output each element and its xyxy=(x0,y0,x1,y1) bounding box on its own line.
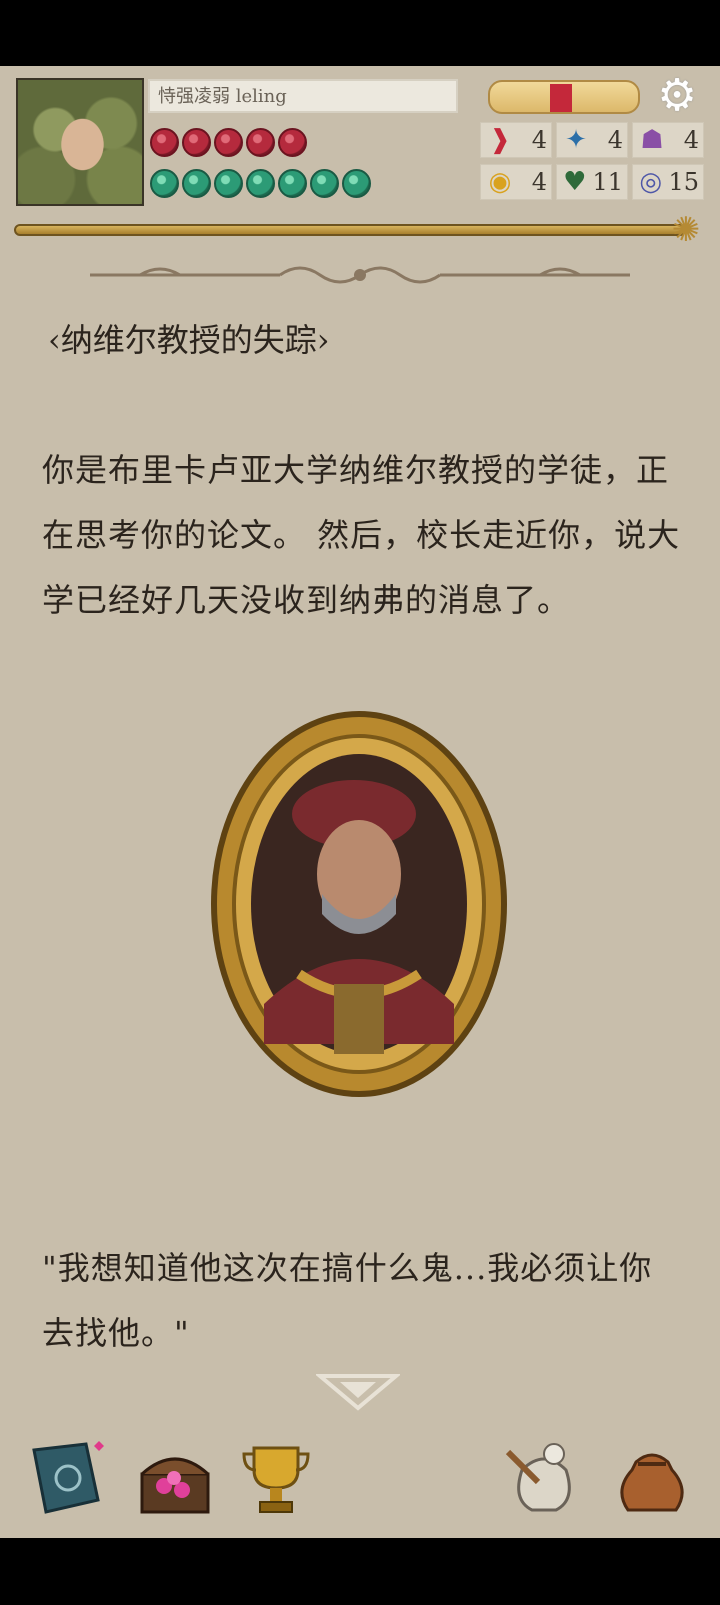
navigation-bar xyxy=(0,1538,720,1605)
status-bar xyxy=(0,0,720,66)
trophy-icon[interactable] xyxy=(236,1440,316,1520)
stat-value: 4 xyxy=(607,126,623,154)
story-title: ‹纳维尔教授的失踪› xyxy=(48,321,330,359)
sanity-pip xyxy=(310,169,339,198)
luck-icon: ◉ xyxy=(488,167,512,197)
lore-icon: ◎ xyxy=(639,167,663,197)
inventory-bag-icon[interactable] xyxy=(612,1440,692,1520)
stats-grid: ❱ 4 ✦ 4 ☗ 4 ◉ 4 ♥ 11 ◎ 15 xyxy=(480,122,704,200)
professor-portrait xyxy=(211,711,507,1097)
stat-value: 11 xyxy=(592,168,623,196)
stat-agility: ✦ 4 xyxy=(556,122,628,158)
sanity-pip xyxy=(182,169,211,198)
sanity-pip xyxy=(246,169,275,198)
quest-scroll-button[interactable] xyxy=(488,80,640,114)
health-pips xyxy=(150,128,307,157)
continue-chevron-icon[interactable] xyxy=(316,1372,400,1412)
stat-value: 4 xyxy=(683,126,699,154)
stat-value: 15 xyxy=(668,168,699,196)
crafting-sack-icon[interactable] xyxy=(504,1440,584,1520)
stat-strength: ❱ 4 xyxy=(480,122,552,158)
gear-icon[interactable]: ⚙ xyxy=(656,74,698,118)
sanity-pip xyxy=(214,169,243,198)
stat-value: 4 xyxy=(531,126,547,154)
magic-icon: ☗ xyxy=(640,125,664,155)
sanity-pip xyxy=(150,169,179,198)
dialogue-quote: "我想知道他这次在搞什么鬼...我必须让你去找他。" xyxy=(42,1249,653,1352)
stat-vitality: ♥ 11 xyxy=(556,164,628,200)
sanity-pips xyxy=(150,169,371,198)
vitality-icon: ♥ xyxy=(563,167,587,197)
sanity-pip xyxy=(278,169,307,198)
health-pip xyxy=(150,128,179,157)
player-name: 恃强凌弱 leling xyxy=(148,79,458,113)
story-paragraph: 你是布里卡卢亚大学纳维尔教授的学徒，正在思考你的论文。 然后，校长走近你，说大学… xyxy=(42,451,681,619)
divider-ornament xyxy=(90,266,630,284)
health-pip xyxy=(214,128,243,157)
player-avatar[interactable] xyxy=(16,78,144,206)
health-pip xyxy=(278,128,307,157)
stat-magic: ☗ 4 xyxy=(632,122,704,158)
journal-book-icon[interactable] xyxy=(28,1440,108,1520)
stat-lore: ◎ 15 xyxy=(632,164,704,200)
scroll-ribbon-icon xyxy=(550,84,572,112)
stat-luck: ◉ 4 xyxy=(480,164,552,200)
staff-head-icon: ✺ xyxy=(671,210,701,250)
progress-staff xyxy=(14,224,686,236)
health-pip xyxy=(182,128,211,157)
treasure-chest-icon[interactable] xyxy=(134,1440,214,1520)
sanity-pip xyxy=(342,169,371,198)
stat-value: 4 xyxy=(531,168,547,196)
strength-icon: ❱ xyxy=(489,125,511,155)
health-pip xyxy=(246,128,275,157)
agility-icon: ✦ xyxy=(565,125,587,155)
